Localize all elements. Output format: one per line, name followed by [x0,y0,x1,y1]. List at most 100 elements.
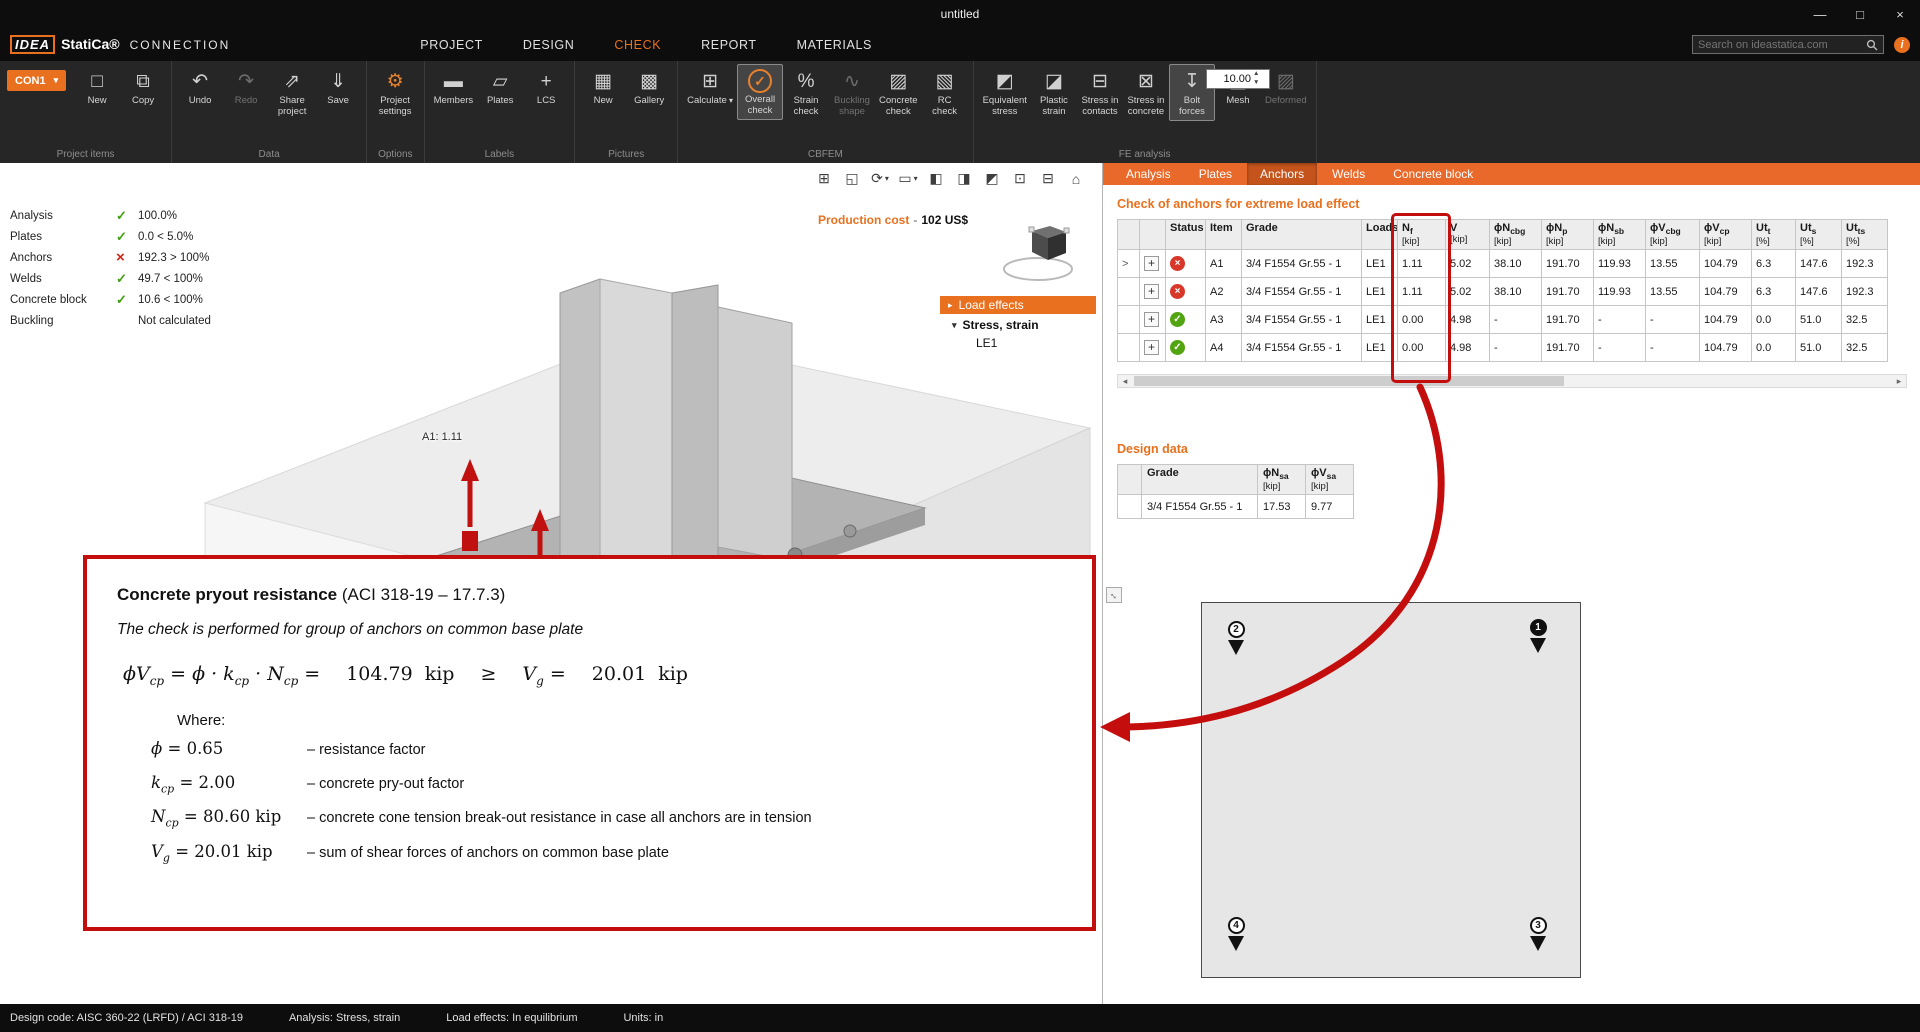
search-box[interactable] [1692,35,1884,54]
stress-in-concrete-button[interactable]: ⊠Stress in concrete [1123,64,1169,121]
bolt-2[interactable] [844,525,856,537]
tab-concrete-block[interactable]: Concrete block [1380,163,1486,185]
view-front-icon[interactable]: ◧ [926,169,946,188]
project-settings-button[interactable]: ⚙Project settings [372,64,418,121]
app-logo: IDEA StatiCa® CONNECTION [10,35,230,54]
tab-plates[interactable]: Plates [1186,163,1245,185]
save-icon: ⇓ [330,68,346,94]
formula-subtitle: The check is performed for group of anch… [117,621,1062,639]
status-row-buckling[interactable]: BucklingNot calculated [10,310,211,331]
anchor-a1[interactable] [462,531,478,551]
expand-row-button[interactable]: + [1144,312,1159,327]
members-button[interactable]: ▬Members [430,64,478,110]
connection-selector[interactable]: CON1▾ [7,70,66,91]
lcs-button[interactable]: +LCS [523,64,569,110]
render-mode-icon[interactable]: ⊡ [1010,169,1030,188]
stress-in-contacts-button[interactable]: ⊟Stress in contacts [1077,64,1123,121]
menu-report[interactable]: REPORT [701,38,756,52]
tab-anchors[interactable]: Anchors [1247,163,1317,185]
expand-row-button[interactable]: + [1144,340,1159,355]
column-flange-left[interactable] [560,279,600,581]
value-cell: - [1646,334,1700,362]
value-cell: 0.00 [1398,334,1446,362]
expand-row-button[interactable]: + [1144,284,1159,299]
column-header: Grade [1142,465,1258,495]
tree-item-stress-strain[interactable]: ▾ Stress, strain [940,314,1096,332]
calculate-button[interactable]: ⊞Calculate ▾ [683,64,737,110]
menu-check[interactable]: CHECK [614,38,661,52]
equivalent-stress-button[interactable]: ◩Equivalent stress [979,64,1031,121]
plastic-strain-button[interactable]: ◪Plastic strain [1031,64,1077,121]
tree-item-le1[interactable]: LE1 [940,332,1096,350]
status-row-analysis[interactable]: Analysis✓100.0% [10,205,211,226]
share-project-button[interactable]: ⇗Share project [269,64,315,121]
home-view-icon[interactable]: ⌂ [1066,169,1086,188]
status-value: 49.7 < 100% [138,273,203,285]
rc-check-button[interactable]: ▧RC check [922,64,968,121]
horizontal-scrollbar[interactable]: ◂ ▸ [1117,374,1907,388]
selection-mode-icon[interactable]: ▭▾ [898,169,918,188]
status-label: Welds [10,273,116,285]
save-button[interactable]: ⇓Save [315,64,361,110]
gallery-button[interactable]: ▩Gallery [626,64,672,110]
new-item-button[interactable]: □New [74,64,120,110]
search-input[interactable] [1698,39,1862,51]
menu-materials[interactable]: MATERIALS [797,38,872,52]
plates-labels-button[interactable]: ▱Plates [477,64,523,110]
anchor-row-a1[interactable]: >+×A13/4 F1554 Gr.55 - 1LE11.115.0238.10… [1118,250,1888,278]
column-header: Utt[%] [1752,220,1796,250]
value-cell: 4.98 [1446,306,1490,334]
status-row-anchors[interactable]: Anchors×192.3 > 100% [10,247,211,268]
redo-icon: ↷ [238,68,254,94]
rotate-view-icon[interactable]: ⟳▾ [870,169,890,188]
close-button[interactable]: × [1880,0,1920,28]
view-side-icon[interactable]: ◨ [954,169,974,188]
viewport-3d[interactable]: A1: 1.11 A2: 1.11 ⊞◱⟳▾▭▾◧◨◩⊡⊟⌂ Analysis✓… [0,163,1102,1004]
view-iso-icon[interactable]: ◩ [982,169,1002,188]
column-header: ϕNsb[kip] [1594,220,1646,250]
new-picture-button[interactable]: ▦New [580,64,626,110]
column-flange-right[interactable] [672,285,718,577]
column-web[interactable] [600,279,672,577]
concrete-check-button[interactable]: ▨Concrete check [875,64,922,121]
display-value-spinner[interactable]: ▲ ▼ [1206,69,1270,89]
menu-design[interactable]: DESIGN [523,38,575,52]
anchor-row-a3[interactable]: +✓A33/4 F1554 Gr.55 - 1LE10.004.98-191.7… [1118,306,1888,334]
ribbon-group-label: Project items [5,147,166,163]
expand-row-button[interactable]: + [1144,256,1159,271]
navigation-cube[interactable] [998,219,1084,283]
panel-resize-handle[interactable]: ↔ [1106,587,1122,603]
chevron-down-icon: ▾ [952,320,957,331]
anchor-row-a2[interactable]: +×A23/4 F1554 Gr.55 - 1LE11.115.0238.101… [1118,278,1888,306]
statusbar-item-1: Analysis: Stress, strain [289,1012,400,1024]
copy-item-button[interactable]: ⧉Copy [120,64,166,110]
overall-check-button[interactable]: ✓Overall check [737,64,783,120]
info-icon[interactable]: i [1894,37,1910,53]
scrollbar-thumb[interactable] [1134,376,1564,386]
value-cell: 13.55 [1646,250,1700,278]
measure-icon[interactable]: ⊞ [814,169,834,188]
status-row-concrete-block[interactable]: Concrete block✓10.6 < 100% [10,289,211,310]
tab-welds[interactable]: Welds [1319,163,1378,185]
title-bar: untitled — □ × [0,0,1920,28]
scroll-left-icon[interactable]: ◂ [1118,376,1132,387]
spinner-down-icon[interactable]: ▼ [1253,79,1259,88]
spinner-up-icon[interactable]: ▲ [1253,70,1259,79]
minimize-button[interactable]: — [1800,0,1840,28]
stiffener-plate[interactable] [718,307,792,561]
tree-item-load-effects[interactable]: ▸ Load effects [940,296,1096,314]
undo-button[interactable]: ↶Undo [177,64,223,110]
status-row-plates[interactable]: Plates✓0.0 < 5.0% [10,226,211,247]
status-label: Plates [10,231,116,243]
tab-analysis[interactable]: Analysis [1113,163,1184,185]
display-value-input[interactable] [1207,73,1251,85]
fit-view-icon[interactable]: ◱ [842,169,862,188]
maximize-button[interactable]: □ [1840,0,1880,28]
clip-planes-icon[interactable]: ⊟ [1038,169,1058,188]
scroll-right-icon[interactable]: ▸ [1892,376,1906,387]
strain-check-button[interactable]: %Strain check [783,64,829,121]
menu-project[interactable]: PROJECT [420,38,483,52]
where-row-ncp: Ncp = 80.60 kip – concrete cone tension … [151,807,1062,829]
status-row-welds[interactable]: Welds✓49.7 < 100% [10,268,211,289]
anchor-row-a4[interactable]: +✓A43/4 F1554 Gr.55 - 1LE10.004.98-191.7… [1118,334,1888,362]
